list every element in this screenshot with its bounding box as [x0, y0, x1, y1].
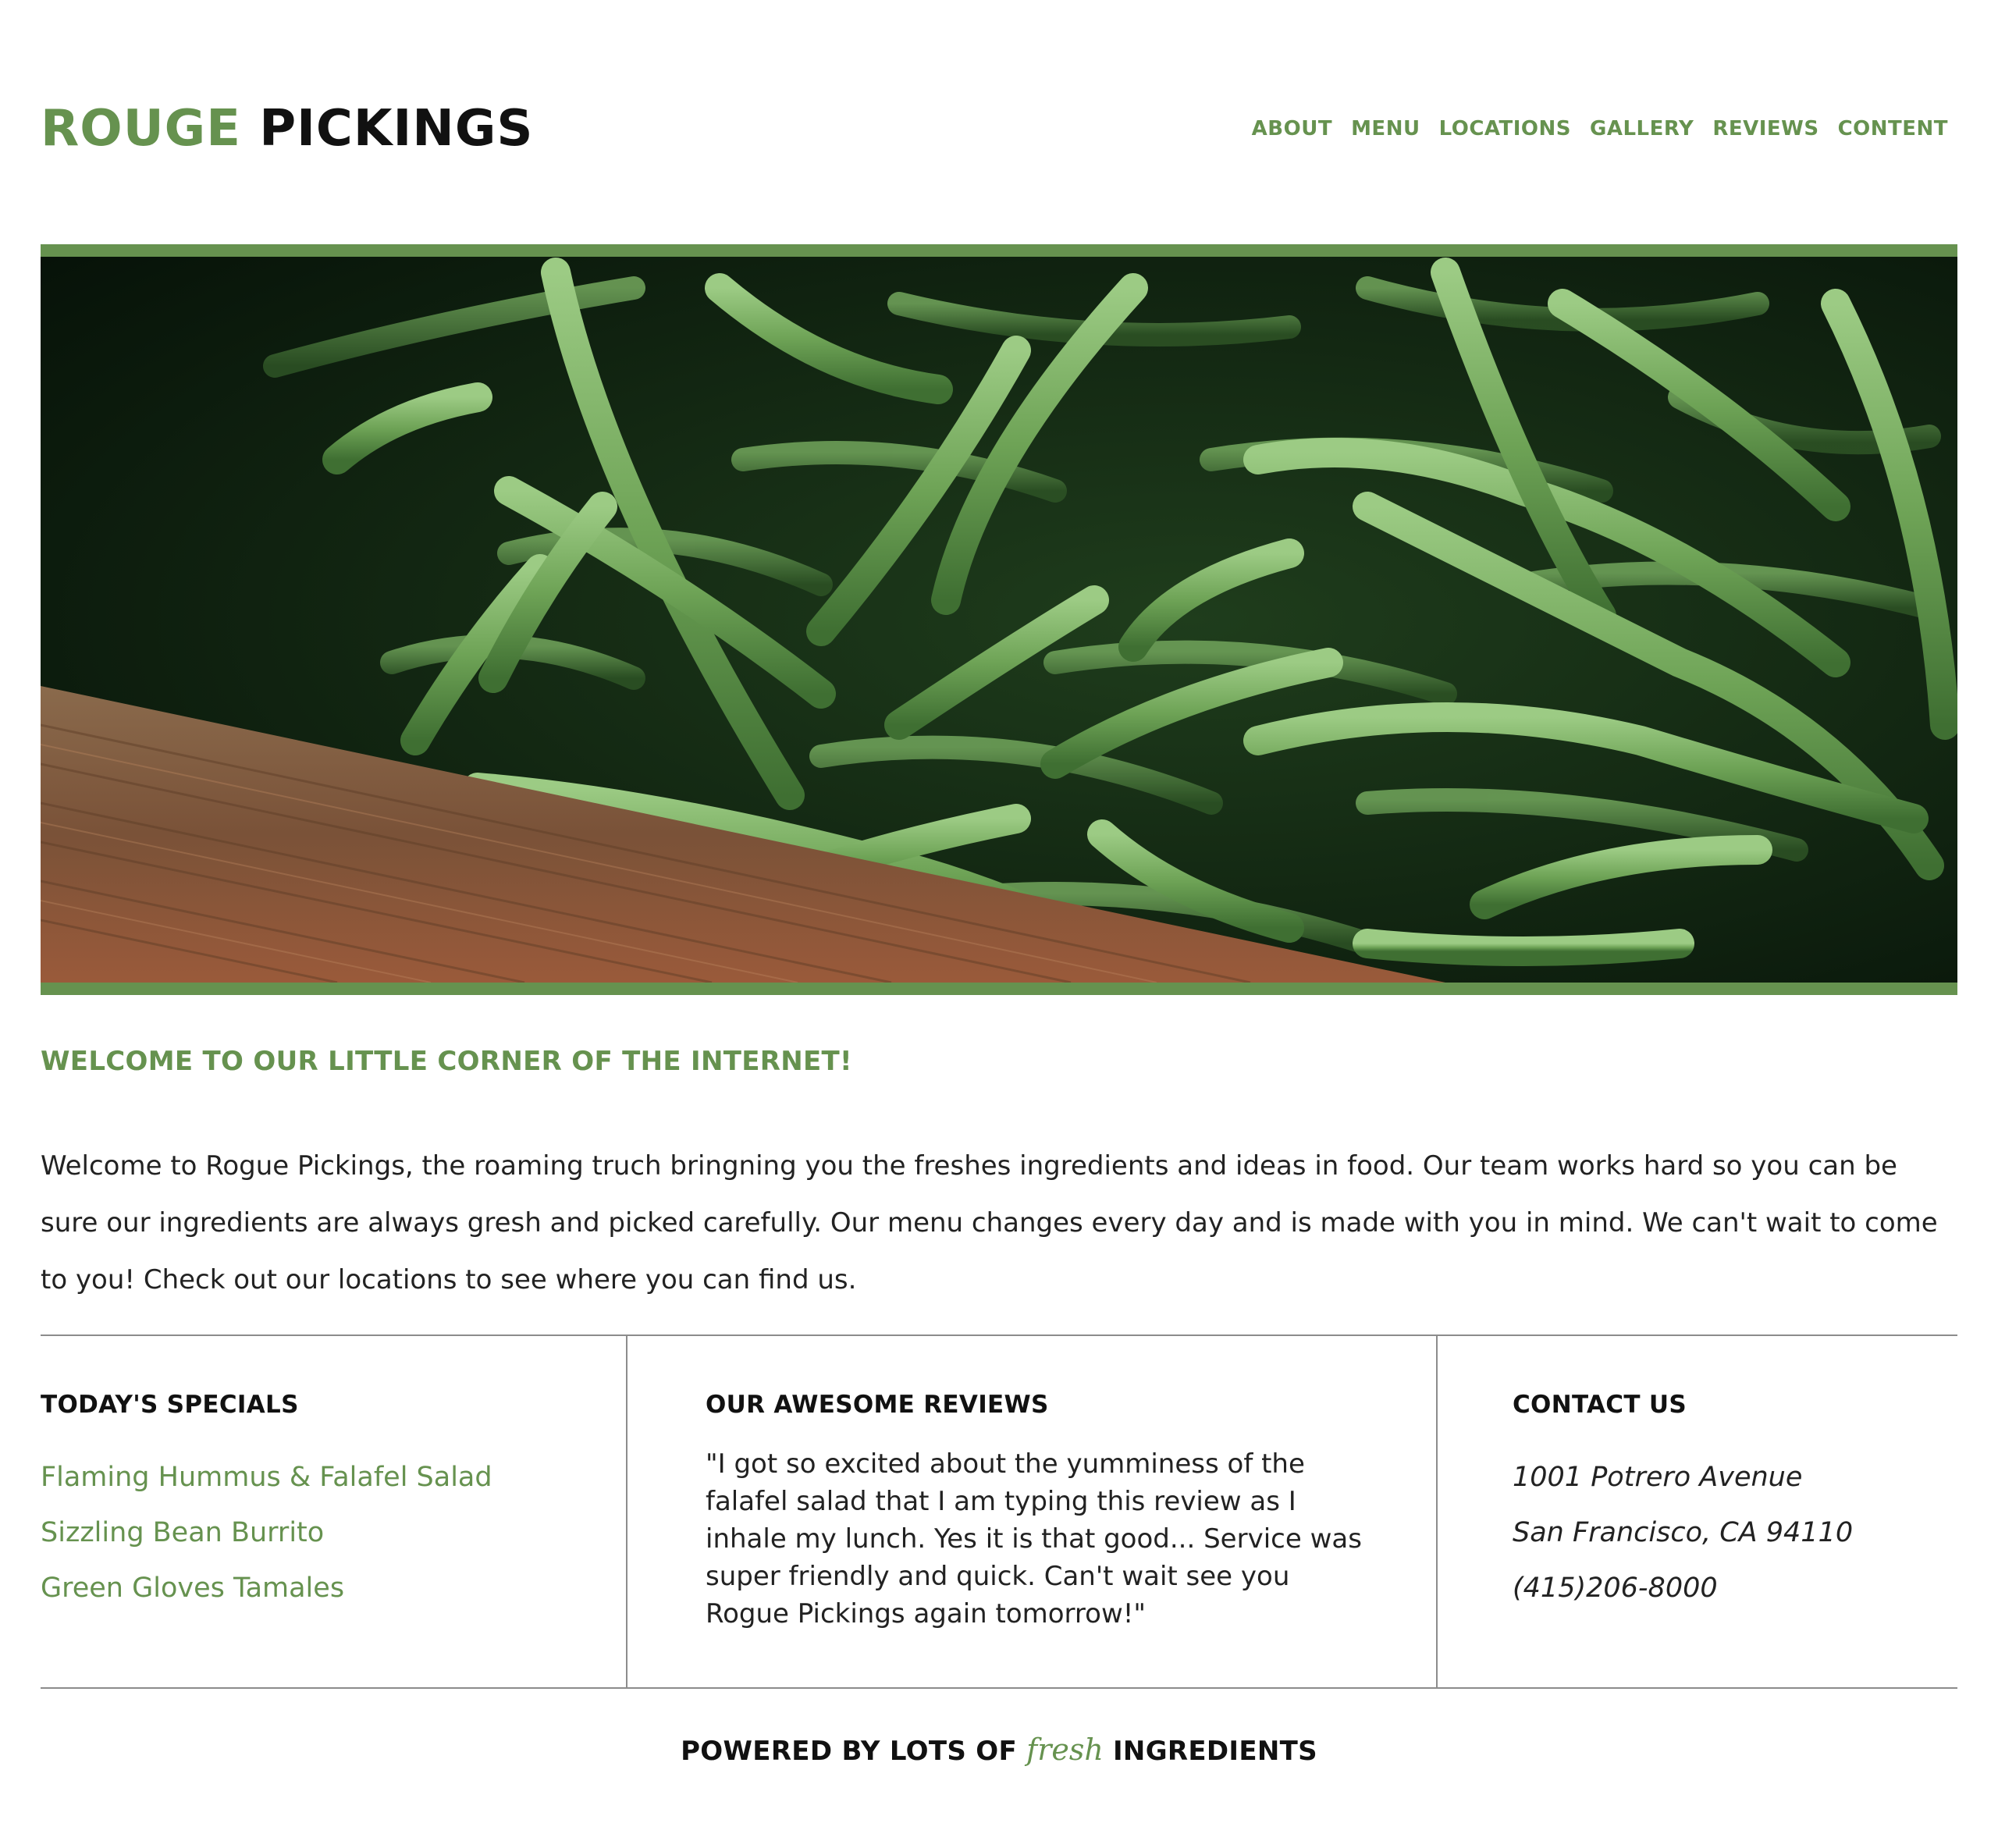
specials-list: Flaming Hummus & Falafel Salad Sizzling …	[41, 1450, 492, 1616]
nav-item-gallery[interactable]: GALLERY	[1590, 117, 1694, 140]
footer-suffix: INGREDIENTS	[1112, 1736, 1317, 1767]
page: ROUGE PICKINGS ABOUT MENU LOCATIONS GALL…	[0, 0, 1998, 1848]
info-section: TODAY'S SPECIALS Flaming Hummus & Falafe…	[41, 1334, 1957, 1689]
site-footer: POWERED BY LOTS OF fresh INGREDIENTS	[0, 1732, 1998, 1767]
nav-item-reviews[interactable]: REVIEWS	[1712, 117, 1818, 140]
nav-item-content[interactable]: CONTENT	[1838, 117, 1948, 140]
main-nav: ABOUT MENU LOCATIONS GALLERY REVIEWS CON…	[1252, 94, 1948, 164]
nav-item-about[interactable]: ABOUT	[1252, 117, 1332, 140]
contact-address-line2: San Francisco, CA 94110	[1513, 1517, 1854, 1548]
specials-column: TODAY'S SPECIALS Flaming Hummus & Falafe…	[41, 1336, 626, 1687]
welcome-paragraph: Welcome to Rogue Pickings, the roaming t…	[41, 1150, 1938, 1295]
site-logo[interactable]: ROUGE PICKINGS	[41, 94, 533, 164]
contact-list: 1001 Potrero Avenue San Francisco, CA 94…	[1513, 1450, 1853, 1616]
nav-item-menu[interactable]: MENU	[1351, 117, 1420, 140]
reviews-column: OUR AWESOME REVIEWS "I got so excited ab…	[626, 1336, 1438, 1687]
hero-banner	[41, 244, 1957, 995]
contact-phone[interactable]: (415)206-8000	[1513, 1561, 1853, 1616]
review-quote: "I got so excited about the yumminess of…	[706, 1448, 1362, 1629]
contact-heading: CONTACT US	[1513, 1391, 1687, 1419]
footer-accent-word: fresh	[1026, 1732, 1104, 1767]
special-item[interactable]: Sizzling Bean Burrito	[41, 1505, 492, 1561]
special-item[interactable]: Flaming Hummus & Falafel Salad	[41, 1450, 492, 1505]
reviews-heading: OUR AWESOME REVIEWS	[706, 1391, 1049, 1419]
hero-image	[41, 257, 1957, 983]
logo-word-pickings: PICKINGS	[259, 100, 534, 158]
special-item[interactable]: Green Gloves Tamales	[41, 1561, 492, 1616]
nav-item-locations[interactable]: LOCATIONS	[1439, 117, 1571, 140]
specials-heading: TODAY'S SPECIALS	[41, 1391, 299, 1419]
logo-word-rouge: ROUGE	[41, 100, 241, 158]
contact-column: CONTACT US 1001 Potrero Avenue San Franc…	[1438, 1336, 1957, 1687]
site-header: ROUGE PICKINGS ABOUT MENU LOCATIONS GALL…	[41, 94, 1957, 164]
contact-address-line1: 1001 Potrero Avenue	[1513, 1462, 1803, 1493]
footer-prefix: POWERED BY LOTS OF	[681, 1736, 1017, 1767]
welcome-heading: WELCOME TO OUR LITTLE CORNER OF THE INTE…	[41, 1046, 852, 1077]
